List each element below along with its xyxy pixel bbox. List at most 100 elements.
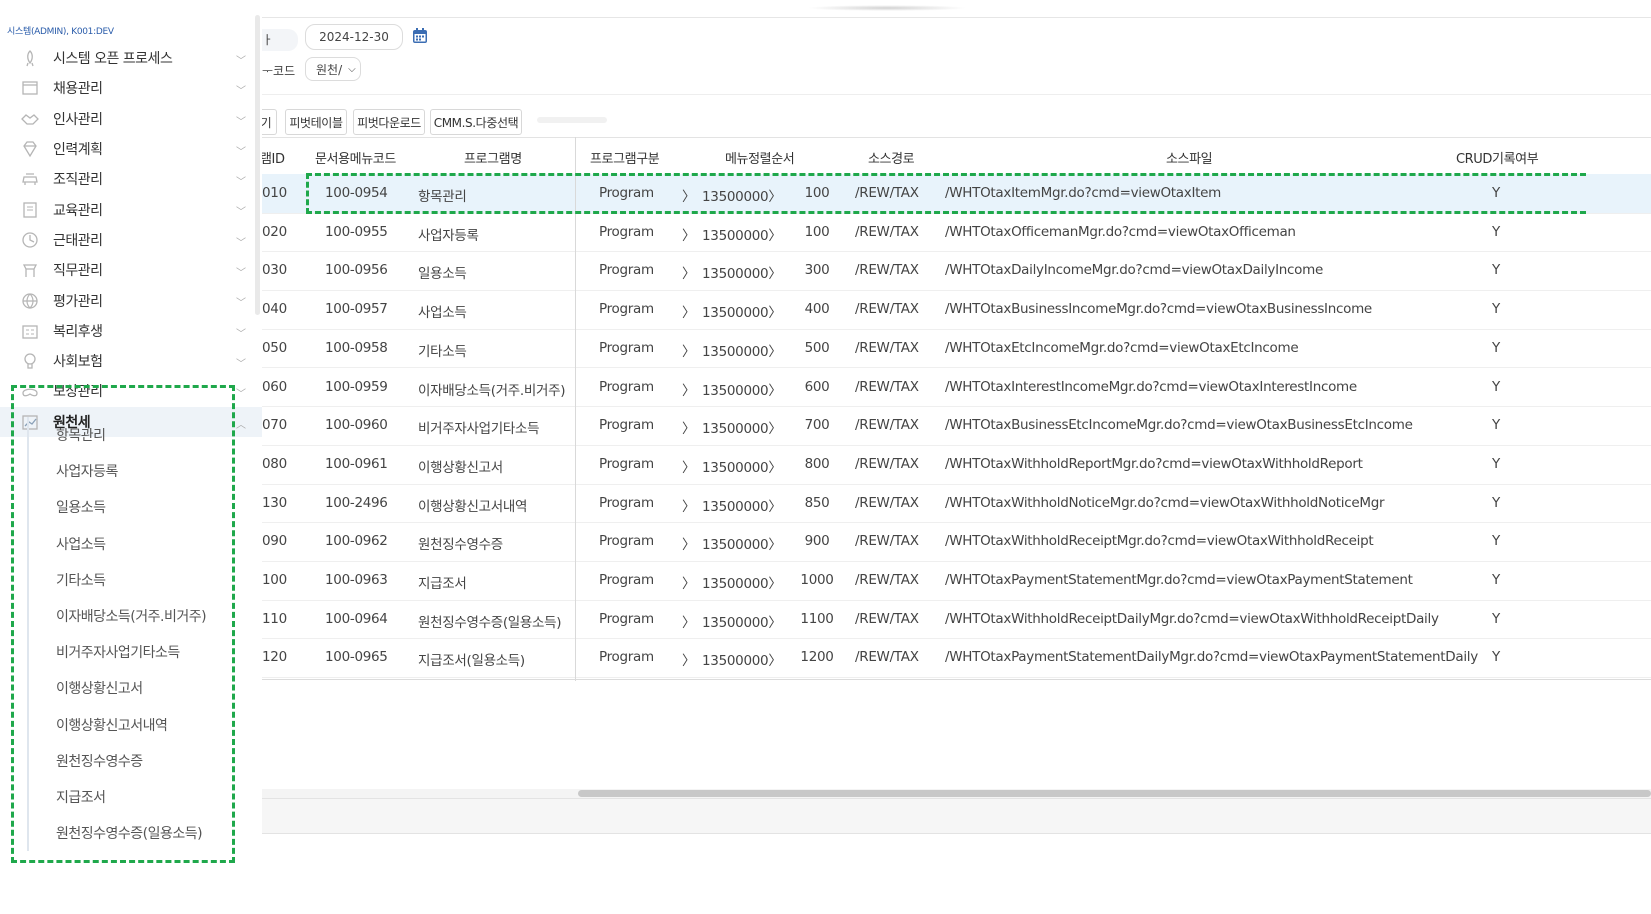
submenu-item[interactable]: 이자배당소득(거주.비거주) bbox=[29, 598, 249, 634]
sidebar-item-5[interactable]: 교육관리 ﹀ bbox=[0, 194, 262, 224]
cell-source-path: /REW/TAX bbox=[855, 494, 919, 511]
submenu-item[interactable]: 비거주자사업기타소득 bbox=[29, 634, 249, 670]
book-icon bbox=[19, 201, 41, 219]
gamepad-icon bbox=[19, 382, 41, 400]
cell-crud-flag: Y bbox=[1492, 455, 1500, 472]
sidebar-item-3[interactable]: 인력계획 ﹀ bbox=[0, 134, 262, 164]
sidebar-item-9[interactable]: 복리후생 ﹀ bbox=[0, 316, 262, 346]
cell-menu-code: 13500000〉 bbox=[702, 189, 782, 205]
header-doc-menu-code[interactable]: 문서용메뉴코드 bbox=[315, 148, 396, 167]
sidebar-item-1[interactable]: 채용관리 ﹀ bbox=[0, 73, 262, 103]
cell-parent-menu: 〉 bbox=[682, 459, 696, 476]
table-row[interactable]: 130 100-2496 이행상황신고서내역 Program 〉 13500000〉 850… bbox=[262, 484, 1651, 524]
pivot-download-button[interactable]: 피벗다운로드 bbox=[353, 109, 425, 135]
chevron-down-icon[interactable]: ﹀ bbox=[236, 203, 246, 218]
table-row[interactable]: 100 100-0963 지급조서 Program 〉 13500000〉 1000/REW… bbox=[262, 561, 1651, 601]
chevron-down-icon[interactable]: ﹀ bbox=[236, 82, 246, 97]
table-row[interactable]: 070 100-0960 비거주자사업기타소득 Program 〉 13500000〉 70… bbox=[262, 406, 1651, 446]
pivot-table-button[interactable]: 피벗테이블 bbox=[285, 109, 347, 135]
chevron-down-icon[interactable]: ﹀ bbox=[236, 294, 246, 309]
header-menu-order[interactable]: 메뉴정렬순서 bbox=[725, 148, 795, 167]
date-input[interactable]: 2024-12-30 bbox=[305, 24, 403, 50]
cell-menu-order: 700 bbox=[804, 417, 830, 434]
submenu-item[interactable]: 지급조서 bbox=[29, 779, 249, 815]
cell-program-name: 사업소득 bbox=[418, 305, 467, 322]
sidebar-item-11[interactable]: 보상관리 ﹀ bbox=[0, 376, 262, 406]
cell-program-id: 090 bbox=[262, 533, 287, 550]
sidebar-item-10[interactable]: 사회보험 ﹀ bbox=[0, 346, 262, 376]
horizontal-scrollbar-thumb[interactable] bbox=[578, 790, 1651, 797]
table-row[interactable]: 030 100-0956 일용소득 Program 〉 13500000〉 300/REW/… bbox=[262, 251, 1651, 292]
cell-source-file: /WHTOtaxWithholdReceiptDailyMgr.do?cmd=v… bbox=[945, 610, 1439, 627]
header-program-name[interactable]: 프로그램명 bbox=[464, 148, 522, 167]
chevron-down-icon[interactable]: ﹀ bbox=[236, 234, 246, 249]
cell-parent-menu: 〉 bbox=[682, 227, 696, 244]
cell-menu-code: 13500000〉 bbox=[702, 614, 782, 631]
grid-header: 램ID 문서용메뉴코드 프로그램명 프로그램구분 메뉴정렬순서 소스경로 소스파… bbox=[262, 137, 1651, 175]
table-row[interactable]: 110 100-0964 원천징수영수증(일용소득) Program 〉 13500000… bbox=[262, 600, 1651, 640]
cell-menu-order: 850 bbox=[804, 494, 830, 511]
sidebar-item-7[interactable]: 직무관리 ﹀ bbox=[0, 255, 262, 285]
cell-source-file: /WHTOtaxDailyIncomeMgr.do?cmd=viewOtaxDa… bbox=[945, 262, 1323, 279]
grid-footer bbox=[262, 798, 1651, 834]
sidebar-item-label: 조직관리 bbox=[53, 172, 103, 189]
sidebar-item-0[interactable]: 시스템 오픈 프로세스 ﹀ bbox=[0, 43, 262, 73]
table-row[interactable]: 010 100-0954 항목관리 Program 〉 13500000〉 100/REW/… bbox=[262, 174, 1651, 214]
header-program-type[interactable]: 프로그램구분 bbox=[590, 148, 660, 167]
table-row[interactable]: 060 100-0959 이자배당소득(거주.비거주) Program 〉 1350000… bbox=[262, 368, 1651, 408]
submenu-item[interactable]: 이행상황신고서내역 bbox=[29, 707, 249, 743]
cell-program-name: 기타소득 bbox=[418, 343, 467, 360]
sidebar-submenu: 항목관리 사업자등록 일용소득 사업소득 기타소득 이자배당소득(거주.비거주) 비거주자사… bbox=[27, 417, 249, 852]
submenu-item[interactable]: 원천징수영수증 bbox=[29, 743, 249, 779]
diamond-icon bbox=[19, 140, 41, 158]
sidebar-item-8[interactable]: 평가관리 ﹀ bbox=[0, 285, 262, 315]
submenu-item[interactable]: 사업소득 bbox=[29, 526, 249, 562]
cell-source-file: /WHTOtaxBusinessEtcIncomeMgr.do?cmd=view… bbox=[945, 417, 1413, 434]
header-source-file[interactable]: 소스파일 bbox=[1166, 148, 1213, 167]
filter-select-value: 원천/ bbox=[316, 62, 343, 77]
sidebar-item-6[interactable]: 근태관리 ﹀ bbox=[0, 225, 262, 255]
table-row[interactable]: 080 100-0961 이행상황신고서 Program 〉 13500000〉 800/R… bbox=[262, 445, 1651, 485]
submenu-item[interactable]: 항목관리 bbox=[29, 417, 249, 453]
table-row[interactable]: 120 100-0965 지급조서(일용소득) Program 〉 13500000〉 12… bbox=[262, 638, 1651, 679]
header-program-id[interactable]: 램ID bbox=[262, 148, 285, 167]
table-row[interactable]: 040 100-0957 사업소득 Program 〉 13500000〉 400/REW/… bbox=[262, 290, 1651, 330]
chevron-down-icon[interactable]: ﹀ bbox=[236, 264, 246, 279]
chevron-down-icon[interactable]: ﹀ bbox=[236, 355, 246, 370]
table-row[interactable]: 020 100-0955 사업자등록 Program 〉 13500000〉 100/REW… bbox=[262, 213, 1651, 253]
handshake-icon bbox=[19, 110, 41, 128]
cell-program-type: Program bbox=[599, 417, 654, 434]
multi-select-button[interactable]: CMM.S.다중선택 bbox=[430, 109, 522, 135]
submenu-item[interactable]: 이행상황신고서 bbox=[29, 670, 249, 706]
submenu-item[interactable]: 일용소득 bbox=[29, 489, 249, 525]
sidebar-item-2[interactable]: 인사관리 ﹀ bbox=[0, 104, 262, 134]
car-icon bbox=[19, 170, 41, 188]
cell-program-type: Program bbox=[599, 455, 654, 472]
cell-doc-menu-code: 100-0957 bbox=[325, 301, 388, 318]
toolbar-button-0[interactable]: 기 bbox=[262, 109, 277, 135]
sidebar-item-4[interactable]: 조직관리 ﹀ bbox=[0, 164, 262, 194]
cell-source-path: /REW/TAX bbox=[855, 223, 919, 240]
chevron-down-icon[interactable]: ﹀ bbox=[236, 143, 246, 158]
submenu-item[interactable]: 사업자등록 bbox=[29, 453, 249, 489]
chevron-down-icon[interactable]: ﹀ bbox=[236, 385, 246, 400]
sidebar-item-label: 채용관리 bbox=[53, 81, 103, 98]
calendar-icon[interactable] bbox=[411, 27, 429, 45]
building-icon bbox=[19, 322, 41, 340]
chevron-down-icon[interactable]: ﹀ bbox=[236, 173, 246, 188]
cell-menu-order: 300 bbox=[804, 262, 830, 279]
submenu-item[interactable]: 기타소득 bbox=[29, 562, 249, 598]
cell-crud-flag: Y bbox=[1492, 649, 1500, 666]
chevron-down-icon[interactable]: ﹀ bbox=[236, 52, 246, 67]
bulb-icon bbox=[19, 352, 41, 370]
sidebar-scrollbar[interactable] bbox=[255, 15, 260, 315]
chevron-down-icon[interactable]: ﹀ bbox=[236, 325, 246, 340]
header-extra[interactable]: 9 bbox=[1562, 148, 1570, 163]
submenu-item[interactable]: 원천징수영수증(일용소득) bbox=[29, 815, 249, 851]
chevron-down-icon[interactable]: ﹀ bbox=[236, 113, 246, 128]
table-row[interactable]: 090 100-0962 원천징수영수증 Program 〉 13500000〉 900/R… bbox=[262, 522, 1651, 562]
filter-select[interactable]: 원천/ ⌵ bbox=[305, 57, 361, 81]
table-row[interactable]: 050 100-0958 기타소득 Program 〉 13500000〉 500/REW/… bbox=[262, 329, 1651, 369]
header-crud-flag[interactable]: CRUD기록여부 bbox=[1456, 148, 1539, 167]
header-source-path[interactable]: 소스경로 bbox=[868, 148, 915, 167]
